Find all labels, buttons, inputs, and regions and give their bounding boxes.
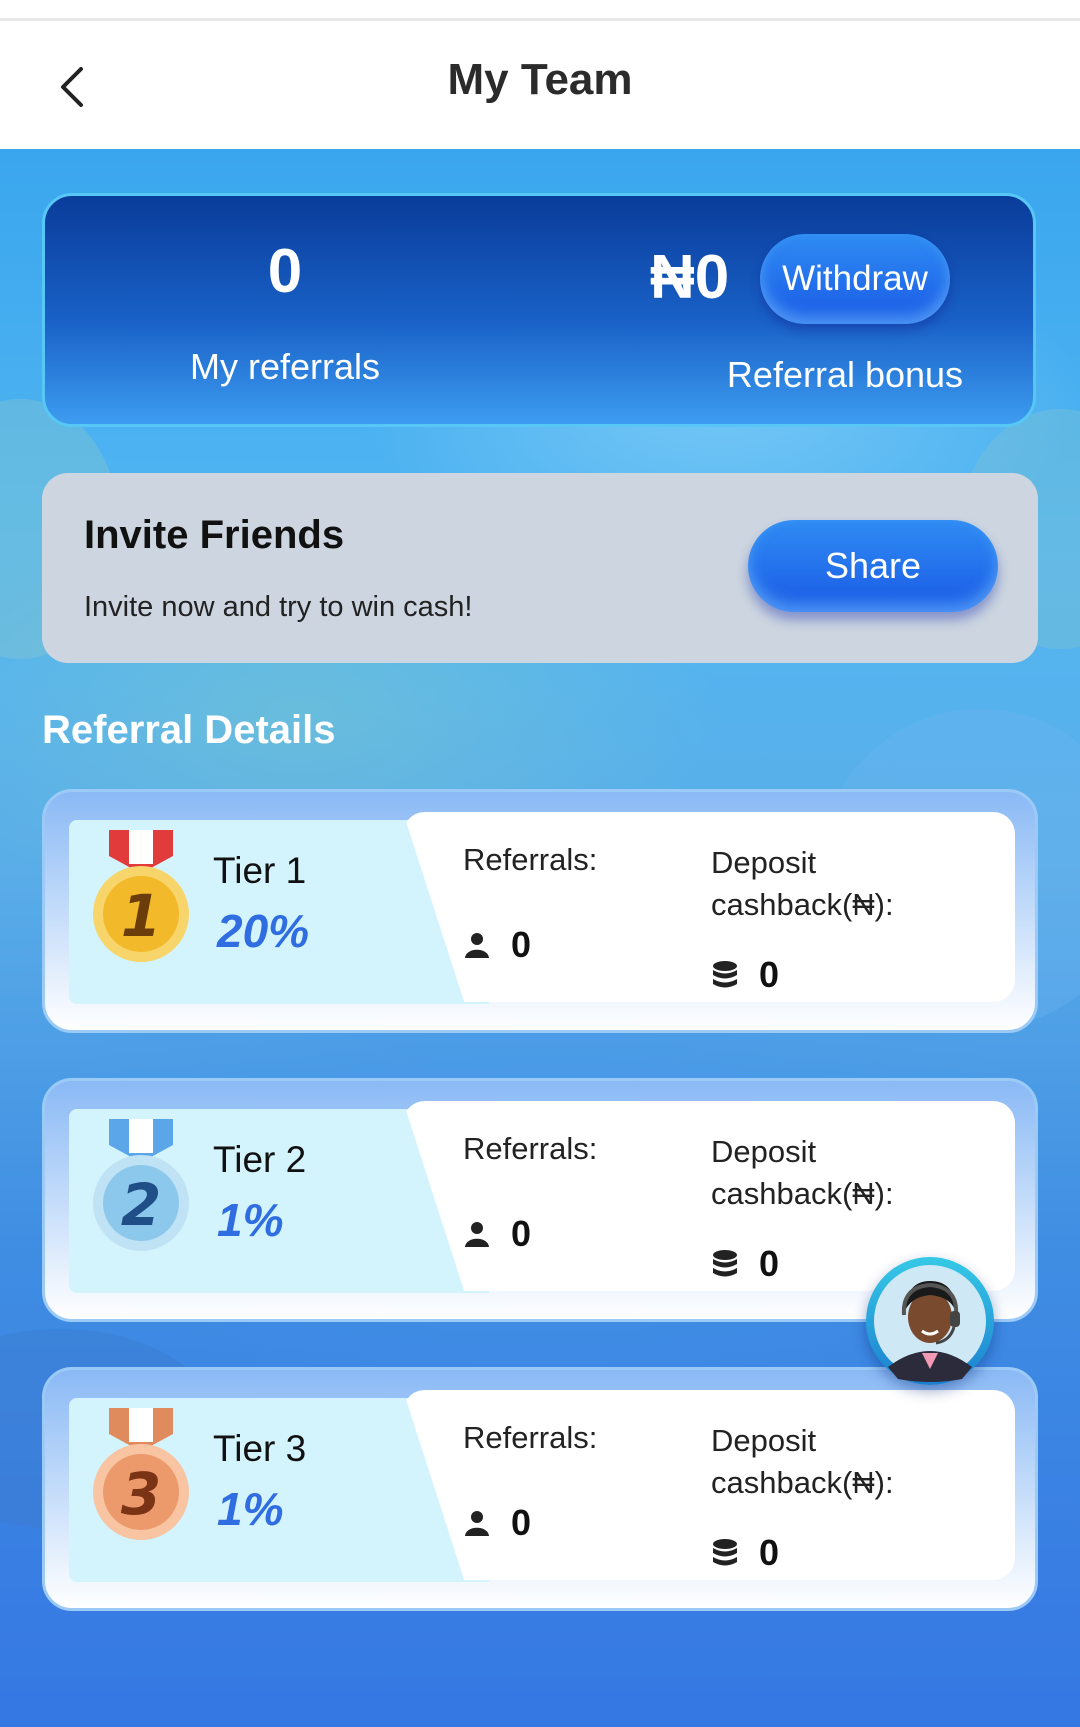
referrals-label: Referrals: xyxy=(463,1420,598,1455)
cashback-value-row: 0 xyxy=(711,1532,779,1574)
cashback-label: Deposit cashback(₦): xyxy=(711,1134,894,1211)
person-icon xyxy=(465,1222,489,1247)
svg-text:2: 2 xyxy=(121,1171,161,1239)
withdraw-button[interactable]: Withdraw xyxy=(760,234,950,324)
referrals-value-row: 0 xyxy=(463,924,531,966)
person-icon xyxy=(465,1511,489,1536)
svg-text:1: 1 xyxy=(121,882,161,950)
share-button[interactable]: Share xyxy=(748,520,998,612)
top-strip xyxy=(0,0,1080,21)
svg-text:3: 3 xyxy=(121,1460,161,1528)
cashback-value: 0 xyxy=(759,1243,780,1284)
customer-support-avatar-icon xyxy=(874,1265,986,1382)
tier-name: Tier 2 xyxy=(213,1139,307,1180)
referrals-count: 0 xyxy=(267,237,303,306)
coin-stack-icon xyxy=(713,961,737,988)
customer-support-button[interactable] xyxy=(866,1257,994,1385)
cashback-value-row: 0 xyxy=(711,954,779,996)
page-title: My Team xyxy=(447,55,633,104)
referrals-label: Referrals: xyxy=(463,842,598,877)
bonus-label: Referral bonus xyxy=(726,354,964,395)
cashback-value: 0 xyxy=(759,1532,780,1573)
tier-name: Tier 3 xyxy=(213,1428,307,1469)
coin-stack-icon xyxy=(713,1539,737,1566)
gold-medal-icon: 1 xyxy=(93,830,189,962)
tier-percent: 20% xyxy=(217,905,310,957)
cashback-value: 0 xyxy=(759,954,780,995)
bonus-amount: ₦0 xyxy=(650,243,730,312)
silver-medal-icon: 2 xyxy=(93,1119,189,1251)
bronze-medal-icon: 3 xyxy=(93,1408,189,1540)
stats-card: 0 My referrals ₦0 Withdraw Referral bonu… xyxy=(42,193,1036,427)
invite-title: Invite Friends xyxy=(84,513,345,557)
tier-card: 3 Tier 3 1% Referrals: 0 Deposit cashbac… xyxy=(42,1367,1038,1611)
header: My Team xyxy=(0,21,1080,149)
tier-card: 1 Tier 1 20% Referrals: 0 Deposit cashba… xyxy=(42,789,1038,1033)
person-icon xyxy=(465,933,489,958)
tier-percent: 1% xyxy=(217,1483,284,1535)
referrals-value: 0 xyxy=(511,1213,532,1254)
cashback-label: Deposit cashback(₦): xyxy=(711,845,894,922)
referrals-value-row: 0 xyxy=(463,1502,531,1544)
cashback-label: Deposit cashback(₦): xyxy=(711,1423,894,1500)
invite-subtitle: Invite now and try to win cash! xyxy=(84,591,473,623)
referrals-value-row: 0 xyxy=(463,1213,531,1255)
cashback-value-row: 0 xyxy=(711,1243,779,1285)
referrals-label: Referrals: xyxy=(463,1131,598,1166)
coin-stack-icon xyxy=(713,1250,737,1277)
tier-percent: 1% xyxy=(217,1194,284,1246)
tier-name: Tier 1 xyxy=(213,850,307,891)
section-title: Referral Details xyxy=(42,708,336,752)
referrals-value: 0 xyxy=(511,924,532,965)
referrals-value: 0 xyxy=(511,1502,532,1543)
invite-card: Invite Friends Invite now and try to win… xyxy=(42,473,1038,663)
referrals-label: My referrals xyxy=(189,346,381,387)
